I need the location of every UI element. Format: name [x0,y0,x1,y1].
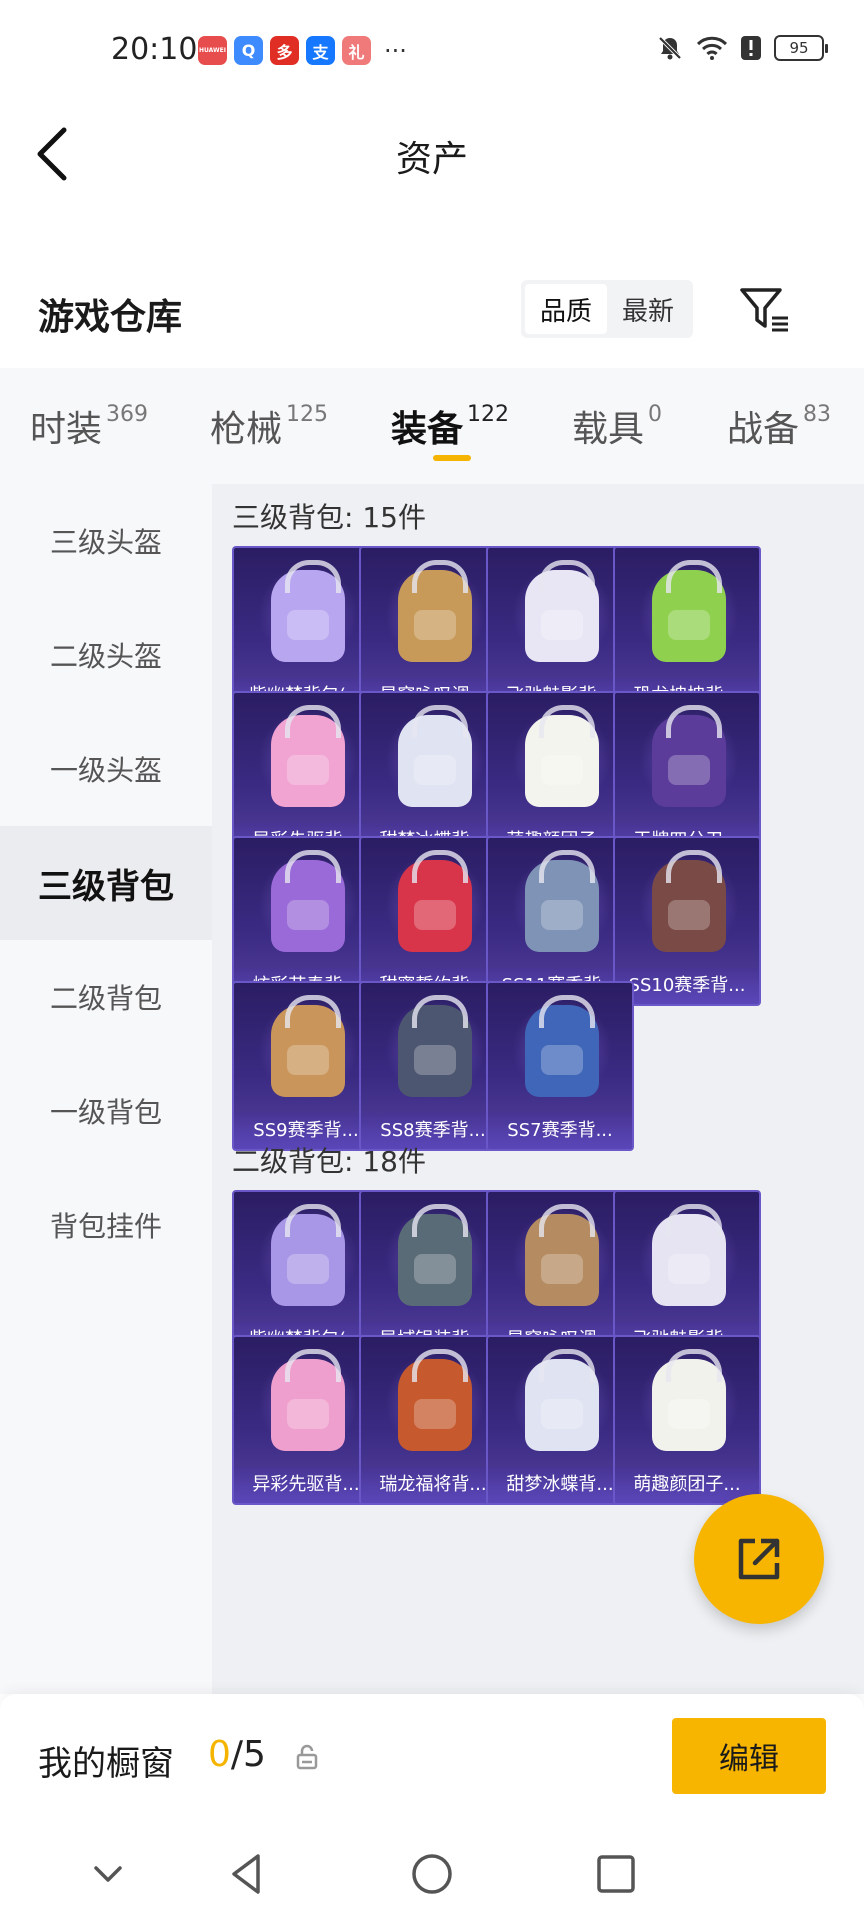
group-title: 三级背包: 15件 [232,501,426,534]
backpack-icon [525,995,599,1097]
wifi-icon [696,36,728,60]
edit-button[interactable]: 编辑 [672,1718,826,1794]
sidebar-item-backpack-charm[interactable]: 背包挂件 [0,1168,212,1282]
mute-icon [658,36,682,60]
alert-icon [741,36,761,60]
alipay-icon: 支 [306,36,335,65]
backpack-item-card[interactable]: 瑞龙福将背... [359,1335,507,1505]
pinduoduo-icon: 多 [270,36,299,65]
backpack-item-card[interactable]: SS7赛季背... [486,981,634,1151]
sidebar-item-level3-backpack[interactable]: 三级背包 [0,826,212,940]
showcase-count: 0/5 [208,1734,266,1775]
group-title: 二级背包: 18件 [232,1145,426,1178]
tab-guns[interactable]: 枪械 125 [210,400,328,452]
backpack-icon [525,1349,599,1451]
sidebar-item-level2-helmet[interactable]: 二级头盔 [0,598,212,712]
notification-app-icons: HUAWEI Q 多支礼 ··· [198,36,407,65]
item-name: SS10赛季背... [615,968,759,1004]
item-name: 瑞龙福将背... [361,1467,505,1503]
sidebar-item-level2-backpack[interactable]: 二级背包 [0,940,212,1054]
status-time: 20:10 [111,32,198,67]
backpack-icon [398,850,472,952]
tab-supplies[interactable]: 战备 83 [727,400,831,452]
sidebar-item-level1-backpack[interactable]: 一级背包 [0,1054,212,1168]
showcase-bar: 我的橱窗 0/5 编辑 [0,1694,864,1826]
sort-quality-button[interactable]: 品质 [525,284,607,334]
tab-count: 0 [648,402,663,427]
tab-count: 83 [803,402,832,427]
showcase-current: 0 [208,1734,231,1775]
share-button[interactable] [694,1494,824,1624]
backpack-icon [271,1204,345,1306]
lock-icon [296,1744,318,1770]
system-navigation-bar [0,1826,864,1920]
tab-fashion[interactable]: 时装 369 [30,400,148,452]
backpack-icon [398,705,472,807]
tab-label: 载具 [572,409,645,450]
tab-count: 369 [106,402,149,427]
tab-equipment[interactable]: 装备 122 [391,400,509,452]
status-indicators: 95 [656,34,828,62]
backpack-item-card[interactable]: SS8赛季背... [359,981,507,1151]
battery-indicator: 95 [774,35,828,61]
backpack-icon [271,1349,345,1451]
gift-app-icon: 礼 [342,36,371,65]
backpack-icon [271,705,345,807]
sort-toggle: 品质 最新 [521,280,693,338]
nav-recents-icon[interactable] [588,1846,644,1902]
tab-label: 装备 [391,409,464,450]
showcase-total: /5 [230,1734,266,1775]
item-name: SS7赛季背... [488,1113,632,1149]
backpack-icon [525,850,599,952]
tab-count: 122 [467,402,510,427]
chevron-down-icon[interactable] [80,1846,136,1902]
backpack-icon [271,995,345,1097]
backpack-icon [652,1349,726,1451]
nav-home-icon[interactable] [404,1846,460,1902]
backpack-icon [525,705,599,807]
item-name: 甜梦冰蝶背... [488,1467,632,1503]
asset-page: 20:10 HUAWEI Q 多支礼 ··· 95 资产 游戏仓库 品质 最新 … [0,0,864,1920]
backpack-icon [652,850,726,952]
tab-label: 枪械 [210,409,283,450]
sub-category-sidebar: 三级头盔 二级头盔 一级头盔 三级背包 二级背包 一级背包 背包挂件 [0,484,212,1694]
backpack-item-card[interactable]: 甜梦冰蝶背... [486,1335,634,1505]
nav-back-icon[interactable] [220,1846,276,1902]
backpack-icon [271,560,345,662]
page-title: 资产 [395,139,468,180]
backpack-icon [271,850,345,952]
share-icon [738,1538,780,1580]
backpack-icon [398,1349,472,1451]
backpack-icon [398,995,472,1097]
tab-label: 时装 [30,409,103,450]
warehouse-title: 游戏仓库 [38,297,183,338]
sidebar-item-level3-helmet[interactable]: 三级头盔 [0,484,212,598]
filter-icon[interactable] [738,286,792,336]
backpack-icon [525,1204,599,1306]
more-notifications-icon: ··· [384,36,407,65]
backpack-icon [652,705,726,807]
backpack-icon [525,560,599,662]
item-name: 异彩先驱背... [234,1467,378,1503]
backpack-icon [398,560,472,662]
tab-label: 战备 [727,409,800,450]
backpack-item-card[interactable]: 萌趣颜团子... [613,1335,761,1505]
backpack-icon [398,1204,472,1306]
backpack-icon [652,560,726,662]
showcase-label: 我的橱窗 [38,1744,174,1784]
sort-newest-button[interactable]: 最新 [607,284,689,334]
active-tab-indicator [433,455,471,461]
backpack-item-card[interactable]: 异彩先驱背... [232,1335,380,1505]
status-bar: 20:10 HUAWEI Q 多支礼 ··· 95 [0,0,864,100]
backpack-item-card[interactable]: SS9赛季背... [232,981,380,1151]
backpack-icon [652,1204,726,1306]
backpack-item-card[interactable]: SS10赛季背... [613,836,761,1006]
quark-icon: Q [234,36,263,65]
huawei-store-icon: HUAWEI [198,36,227,65]
tab-vehicles[interactable]: 载具 0 [572,400,662,452]
sidebar-item-level1-helmet[interactable]: 一级头盔 [0,712,212,826]
tab-count: 125 [286,402,329,427]
